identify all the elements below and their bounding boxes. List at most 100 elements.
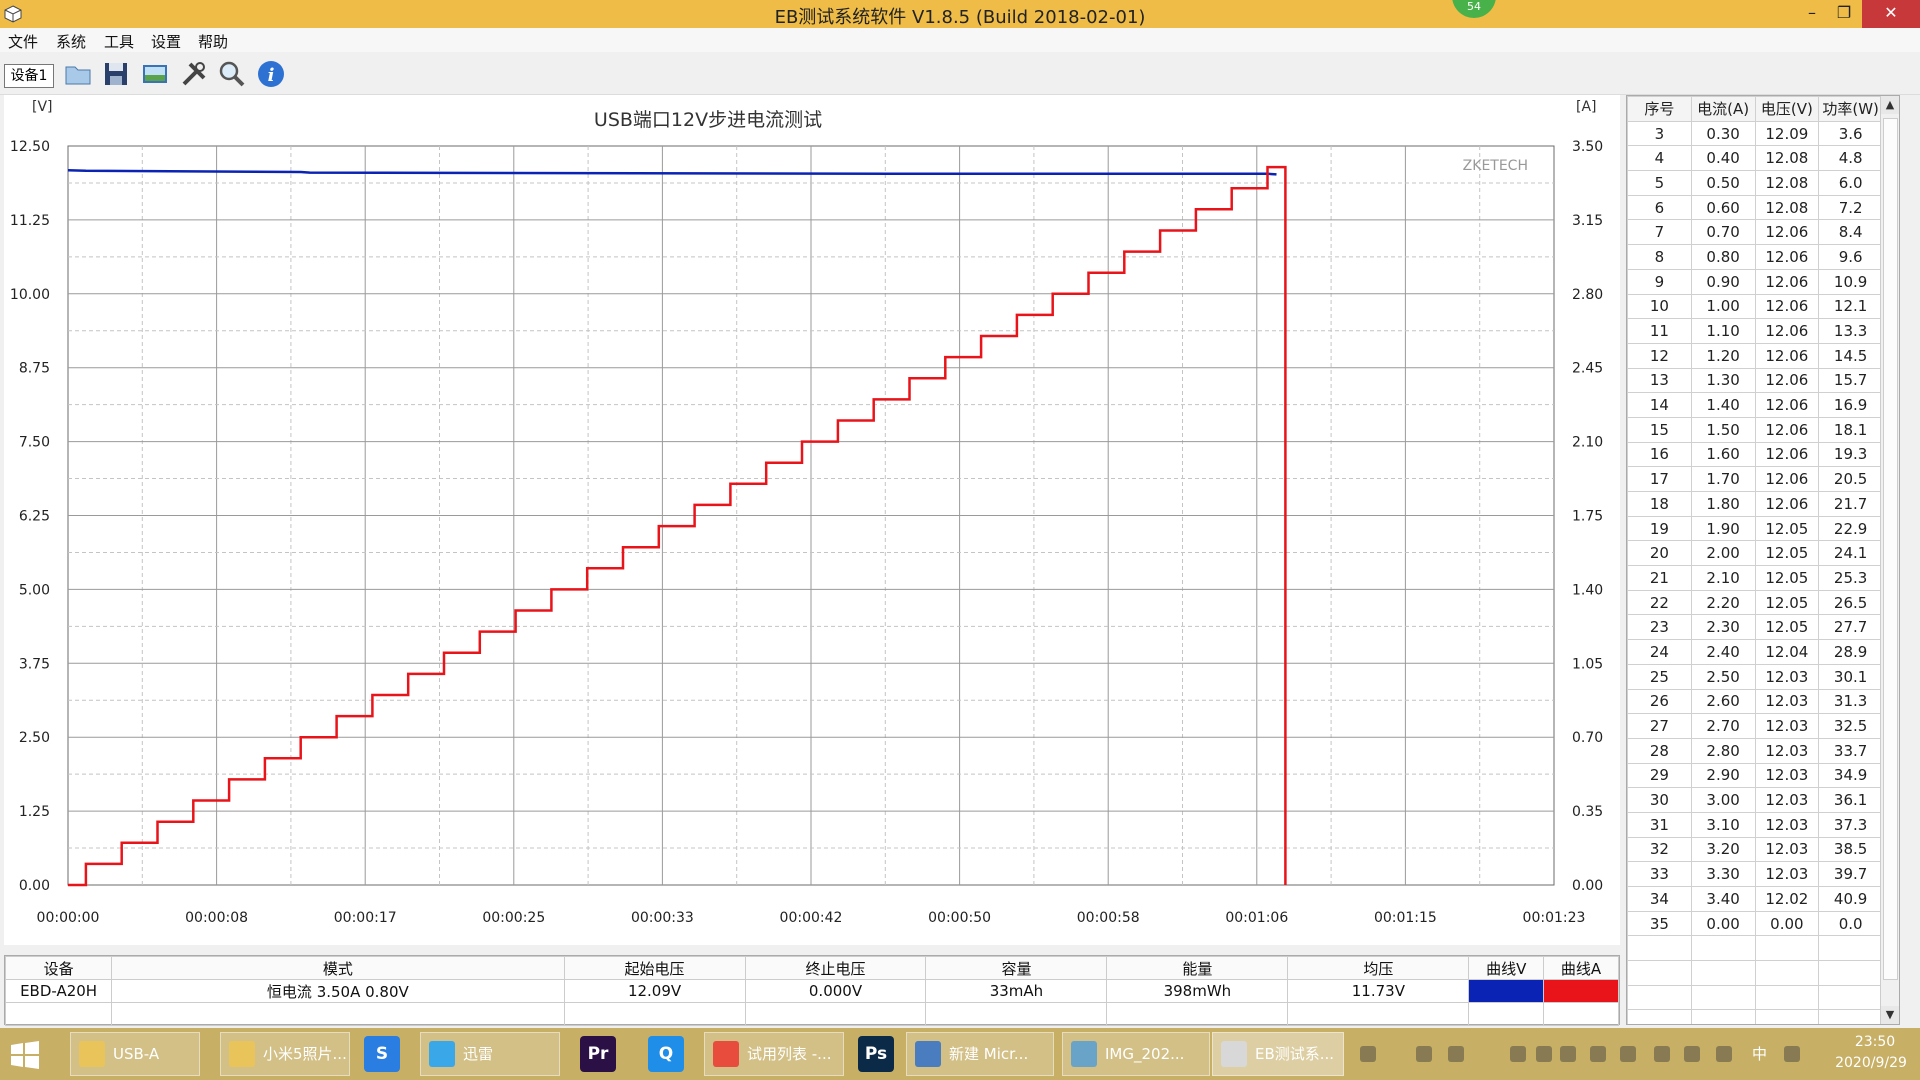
- menu-tools[interactable]: 工具: [104, 31, 134, 52]
- scroll-up-button[interactable]: ▲: [1881, 96, 1899, 114]
- table-row[interactable]: 26 2.60 12.03 31.3: [1627, 688, 1883, 715]
- table-header-cell: 序号: [1627, 96, 1692, 122]
- table-row[interactable]: 5 0.50 12.08 6.0: [1627, 170, 1883, 196]
- tools-icon[interactable]: [178, 58, 210, 90]
- table-row[interactable]: 33 3.30 12.03 39.7: [1627, 861, 1883, 887]
- table-row[interactable]: 3 0.30 12.09 3.6: [1627, 120, 1883, 147]
- network-icon[interactable]: [1510, 1046, 1526, 1062]
- table-cell: 12.06: [1754, 268, 1820, 295]
- svg-text:i: i: [268, 65, 275, 86]
- table-row[interactable]: 16 1.60 12.06 19.3: [1627, 441, 1883, 468]
- table-cell: 12.06: [1754, 219, 1820, 246]
- table-row[interactable]: 19 1.90 12.05 22.9: [1627, 515, 1883, 542]
- table-cell: 11: [1627, 318, 1692, 344]
- open-icon[interactable]: [62, 58, 94, 90]
- table-row[interactable]: 15 1.50 12.06 18.1: [1627, 416, 1883, 443]
- table-row[interactable]: 29 2.90 12.03 34.9: [1627, 762, 1883, 789]
- table-row[interactable]: 23 2.30 12.05 27.7: [1627, 614, 1883, 641]
- vertical-scrollbar[interactable]: ▲ ▼: [1880, 96, 1899, 1024]
- table-row[interactable]: 30 3.00 12.03 36.1: [1627, 787, 1883, 813]
- folder-icon: [79, 1041, 105, 1067]
- table-row[interactable]: 32 3.20 12.03 38.5: [1627, 836, 1883, 863]
- photoshop-icon[interactable]: Ps: [858, 1036, 894, 1072]
- curve-v-color-swatch[interactable]: [1468, 979, 1545, 1003]
- thunder-tray-icon[interactable]: [1654, 1046, 1670, 1062]
- table-row[interactable]: 13 1.30 12.06 15.7: [1627, 367, 1883, 394]
- search-app-icon[interactable]: Q: [648, 1036, 684, 1072]
- table-row[interactable]: 22 2.20 12.05 26.5: [1627, 589, 1883, 616]
- table-row[interactable]: 21 2.10 12.05 25.3: [1627, 565, 1883, 591]
- taskbar-item[interactable]: 小米5照片...: [220, 1032, 350, 1076]
- table-row[interactable]: 10 1.00 12.06 12.1: [1627, 293, 1883, 320]
- screenshot-icon[interactable]: [139, 58, 171, 90]
- tray-app-icon[interactable]: [1448, 1046, 1464, 1062]
- table-row[interactable]: 24 2.40 12.04 28.9: [1627, 639, 1883, 665]
- taskbar-item[interactable]: USB-A: [70, 1032, 200, 1076]
- table-row[interactable]: 4 0.40 12.08 4.8: [1627, 145, 1883, 172]
- table-cell: 25: [1627, 663, 1692, 690]
- clock-time[interactable]: 23:50: [1838, 1034, 1912, 1050]
- table-cell: 28: [1627, 737, 1692, 764]
- keyboard-icon[interactable]: [1360, 1046, 1376, 1062]
- menu-system[interactable]: 系统: [56, 31, 86, 52]
- table-row[interactable]: 17 1.70 12.06 20.5: [1627, 466, 1883, 492]
- table-row[interactable]: 31 3.10 12.03 37.3: [1627, 811, 1883, 838]
- menu-settings[interactable]: 设置: [151, 31, 181, 52]
- table-cell: 7.2: [1818, 194, 1883, 221]
- curve-a-color-swatch[interactable]: [1543, 979, 1619, 1003]
- table-cell: 10.9: [1818, 268, 1883, 295]
- info-icon[interactable]: i: [255, 58, 287, 90]
- table-cell: 12.09: [1754, 120, 1820, 147]
- table-row[interactable]: 27 2.70 12.03 32.5: [1627, 713, 1883, 739]
- table-cell: 1.30: [1690, 367, 1756, 394]
- taskbar-item[interactable]: 新建 Micr...: [906, 1032, 1054, 1076]
- ghost-icon[interactable]: [1684, 1046, 1700, 1062]
- table-row[interactable]: 35 0.00 0.00 0.0: [1627, 910, 1883, 937]
- taskbar-item[interactable]: EB测试系...: [1212, 1032, 1344, 1076]
- x-tick-label: 00:00:17: [334, 910, 397, 926]
- premiere-icon[interactable]: Pr: [580, 1036, 616, 1072]
- taskbar-item[interactable]: 迅雷: [420, 1032, 560, 1076]
- globe-icon[interactable]: [1620, 1046, 1636, 1062]
- bars-icon[interactable]: [1536, 1046, 1552, 1062]
- table-row[interactable]: 34 3.40 12.02 40.9: [1627, 886, 1883, 912]
- scroll-down-button[interactable]: ▼: [1881, 1006, 1899, 1024]
- table-row[interactable]: 18 1.80 12.06 21.7: [1627, 491, 1883, 517]
- close-button[interactable]: ✕: [1862, 0, 1920, 28]
- clock-date[interactable]: 2020/9/29: [1826, 1055, 1916, 1071]
- taskbar-item[interactable]: IMG_202...: [1062, 1032, 1210, 1076]
- table-row[interactable]: 25 2.50 12.03 30.1: [1627, 663, 1883, 690]
- table-row[interactable]: 8 0.80 12.06 9.6: [1627, 244, 1883, 270]
- taskbar-item-label: 试用列表 -...: [747, 1045, 832, 1063]
- table-row[interactable]: 11 1.10 12.06 13.3: [1627, 318, 1883, 344]
- table-row[interactable]: 7 0.70 12.06 8.4: [1627, 219, 1883, 246]
- save-icon[interactable]: [100, 58, 132, 90]
- table-row[interactable]: 20 2.00 12.05 24.1: [1627, 540, 1883, 567]
- menu-help[interactable]: 帮助: [198, 31, 228, 52]
- signal-icon[interactable]: [1416, 1046, 1432, 1062]
- windows-start-icon[interactable]: [8, 1038, 42, 1072]
- qq-icon[interactable]: [1590, 1046, 1606, 1062]
- sogou-icon[interactable]: S: [364, 1036, 400, 1072]
- taskbar-item[interactable]: 试用列表 -...: [704, 1032, 844, 1076]
- table-cell: 12.04: [1754, 639, 1820, 665]
- cloud-icon[interactable]: [1560, 1046, 1576, 1062]
- table-row[interactable]: 14 1.40 12.06 16.9: [1627, 392, 1883, 418]
- table-cell: 35: [1627, 910, 1692, 937]
- search-icon[interactable]: [216, 58, 248, 90]
- table-cell: 32: [1627, 836, 1692, 863]
- menu-file[interactable]: 文件: [8, 31, 38, 52]
- table-row[interactable]: 6 0.60 12.08 7.2: [1627, 194, 1883, 221]
- info-header-curve-a: 曲线A: [1543, 956, 1619, 980]
- volume-icon[interactable]: [1716, 1046, 1732, 1062]
- table-row[interactable]: 28 2.80 12.03 33.7: [1627, 737, 1883, 764]
- ime-icon[interactable]: 中: [1752, 1046, 1768, 1062]
- sogou-ime-icon[interactable]: [1784, 1046, 1800, 1062]
- maximize-button[interactable]: ❐: [1822, 0, 1866, 28]
- table-cell: 12.05: [1754, 565, 1820, 591]
- table-row[interactable]: 12 1.20 12.06 14.5: [1627, 342, 1883, 369]
- scroll-thumb[interactable]: [1883, 118, 1898, 980]
- info-header-device: 设备: [4, 956, 113, 980]
- device-tab[interactable]: 设备1: [4, 64, 54, 88]
- table-row[interactable]: 9 0.90 12.06 10.9: [1627, 268, 1883, 295]
